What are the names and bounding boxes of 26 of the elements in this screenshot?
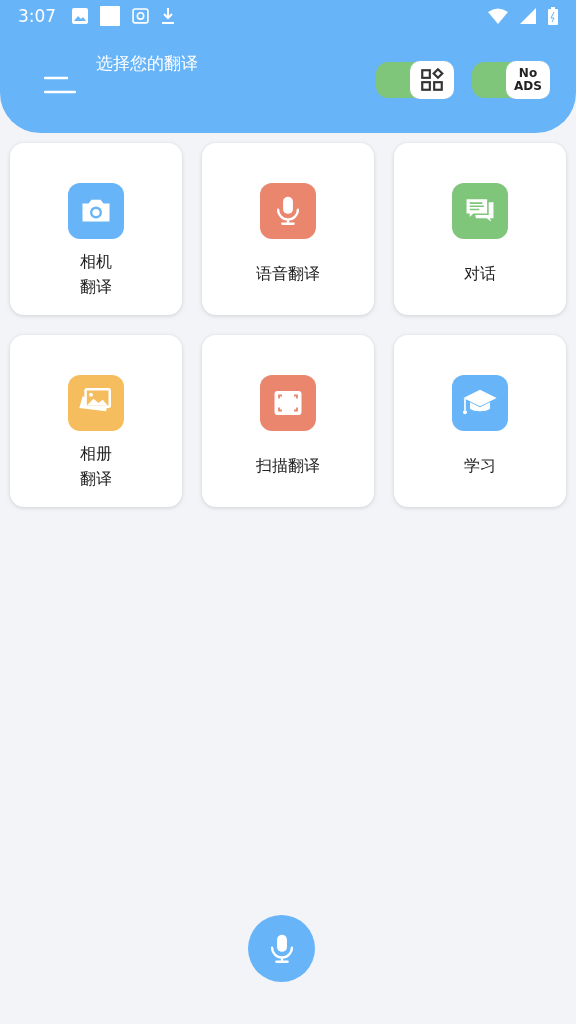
toggle-switch[interactable]: No ADS xyxy=(472,62,550,98)
feature-label: 语音翻译 xyxy=(256,263,320,285)
toggle-switch[interactable] xyxy=(376,62,454,98)
menu-icon[interactable] xyxy=(44,76,76,94)
battery-icon xyxy=(548,7,558,25)
feature-label: 扫描翻译 xyxy=(256,455,320,477)
download-icon xyxy=(161,7,176,25)
feature-card[interactable]: 语音翻译 xyxy=(202,143,374,315)
no-ads-label: No ADS xyxy=(514,67,542,93)
status-time: 3:07 xyxy=(18,6,57,26)
feature-card[interactable]: 相机翻译 xyxy=(10,143,182,315)
feature-label: 学习 xyxy=(464,455,496,477)
feature-card[interactable]: 学习 xyxy=(394,335,566,507)
signal-icon xyxy=(520,8,536,24)
feature-label: 相册翻译 xyxy=(80,443,112,490)
image-icon xyxy=(72,8,89,24)
feature-card[interactable]: 相册翻译 xyxy=(10,335,182,507)
header-title: 选择您的翻译 xyxy=(96,52,198,75)
feature-label: 对话 xyxy=(464,263,496,285)
feature-card[interactable]: 扫描翻译 xyxy=(202,335,374,507)
wifi-icon xyxy=(488,8,508,24)
safe-icon xyxy=(132,7,150,25)
feature-label: 相机翻译 xyxy=(80,251,112,298)
feature-card[interactable]: 对话 xyxy=(394,143,566,315)
square-icon xyxy=(100,6,121,26)
apps-icon xyxy=(419,67,445,93)
